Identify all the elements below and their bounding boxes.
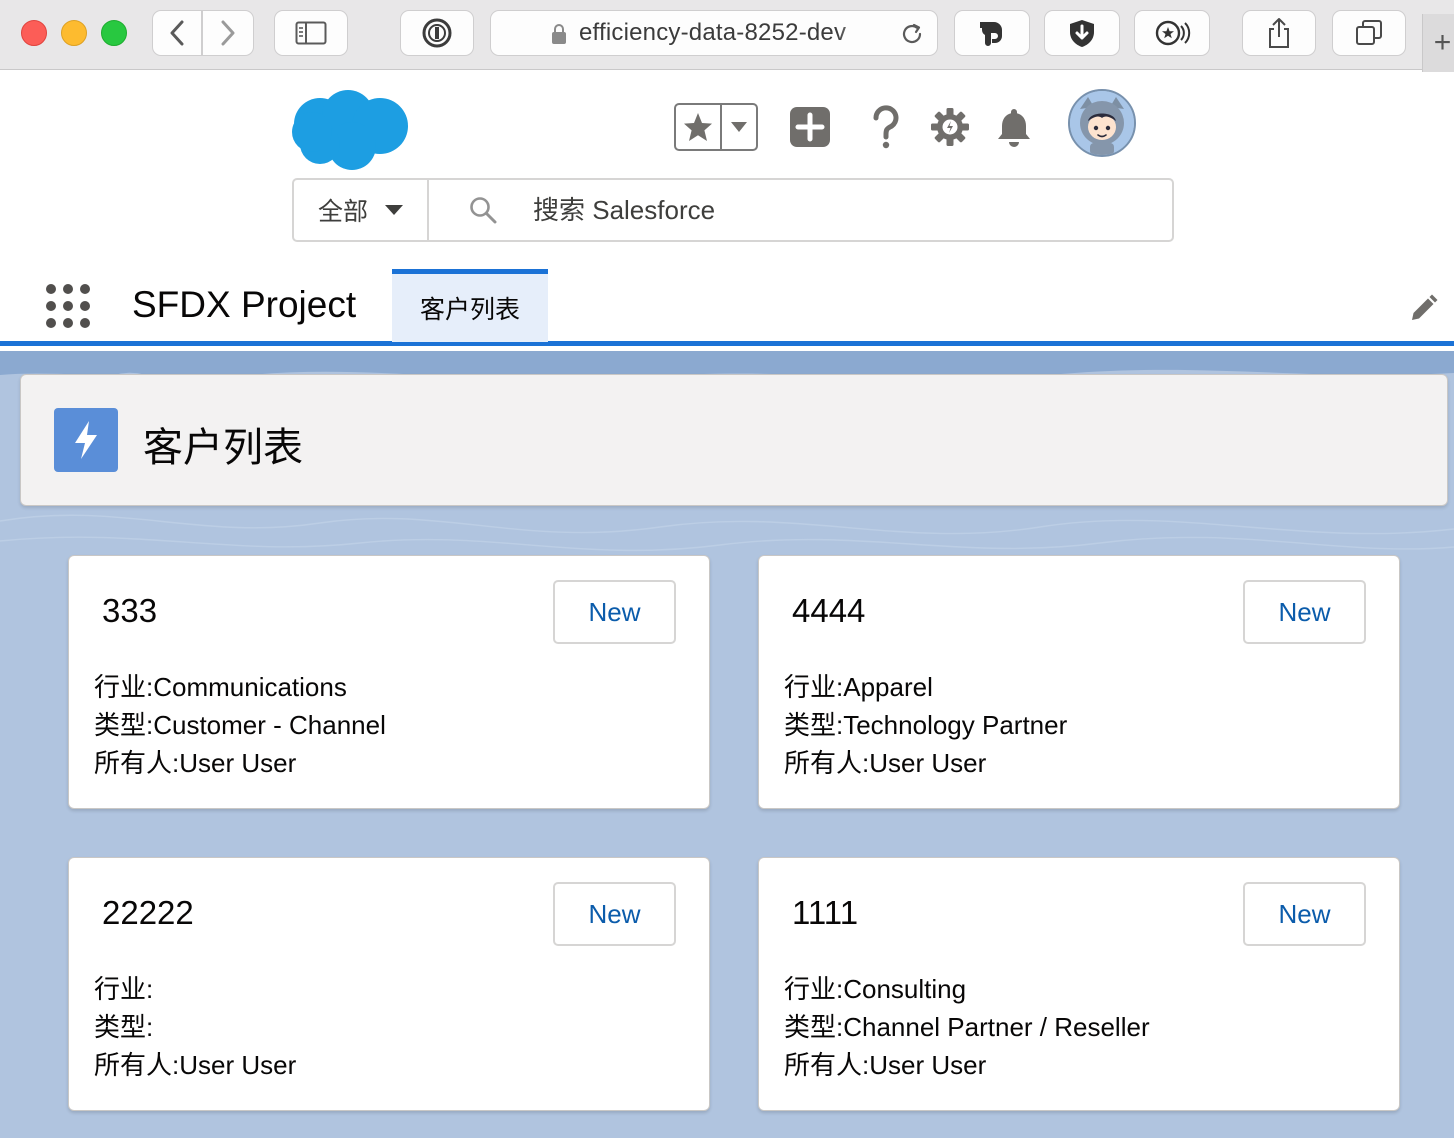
chevron-down-icon [385,205,404,215]
favorites-star-icon [684,113,712,141]
star-circle-icon [1155,20,1191,46]
account-details: 行业:Communications 类型:Customer - Channel … [94,668,386,782]
favorites-list-button[interactable] [722,105,756,149]
app-name: SFDX Project [132,284,357,325]
account-card: 22222 New 行业: 类型: 所有人:User User [68,857,710,1111]
app-navigation-bar: SFDX Project 客户列表 [0,268,1454,346]
account-card: 4444 New 行业:Apparel 类型:Technology Partne… [758,555,1400,809]
new-button[interactable]: New [1243,580,1366,644]
global-search: 全部 [292,178,1174,242]
favorites-button[interactable] [674,103,758,151]
password-manager-icon [422,18,452,48]
new-tab-button[interactable]: + [1422,14,1454,72]
tabs-icon [1356,20,1382,45]
add-icon [790,107,830,147]
notifications-button[interactable] [992,104,1036,150]
account-type: 类型:Technology Partner [784,710,1068,740]
page-header: 客户列表 [20,374,1448,506]
search-input[interactable] [533,194,1133,226]
sidebar-icon [295,21,327,45]
salesforce-cloud-logo[interactable] [290,88,412,172]
account-card: 333 New 行业:Communications 类型:Customer - … [68,555,710,809]
account-name: 1111 [792,894,859,931]
account-owner: 所有人:User User [784,1050,987,1080]
lock-icon [552,24,566,44]
astro-avatar-icon [1070,91,1134,155]
app-launcher-dot [63,318,73,328]
new-button[interactable]: New [553,882,676,946]
page-title: 客户列表 [143,426,303,470]
tab-account-list[interactable]: 客户列表 [392,269,548,342]
ublock-extension-button[interactable] [1044,10,1120,56]
favorites-star[interactable] [676,105,722,149]
edit-nav-pencil-icon[interactable] [1408,294,1438,324]
window-zoom-button[interactable] [101,20,127,46]
account-type: 类型:Customer - Channel [94,710,386,740]
account-name: 22222 [102,894,194,931]
lightning-bolt-icon [54,408,118,472]
search-scope-dropdown[interactable]: 全部 [294,180,429,240]
account-details: 行业:Apparel 类型:Technology Partner 所有人:Use… [784,668,1067,782]
new-button[interactable]: New [1243,882,1366,946]
account-type: 类型:Channel Partner / Reseller [784,1012,1150,1042]
account-type: 类型: [94,1012,154,1042]
account-card: 1111 New 行业:Consulting 类型:Channel Partne… [758,857,1400,1111]
account-owner: 所有人:User User [94,1050,297,1080]
setup-gear-icon [931,108,969,146]
account-industry: 行业:Communications [94,672,347,702]
search-scope-label: 全部 [318,198,369,226]
chevron-right-icon [221,20,235,46]
search-icon [470,197,497,224]
app-launcher-dot [80,284,90,294]
app-launcher-dot [46,301,56,311]
account-industry: 行业: [94,974,154,1004]
chevron-left-icon [170,20,184,46]
app-launcher-dot [46,318,56,328]
user-avatar-button[interactable] [1068,89,1136,157]
chevron-down-icon [731,122,747,132]
address-bar[interactable]: efficiency-data-8252-dev [490,10,938,56]
browser-toolbar: efficiency-data-8252-dev + [0,0,1454,72]
password-manager-button[interactable] [400,10,474,56]
evernote-extension-button[interactable] [954,10,1030,56]
app-launcher-dot [80,301,90,311]
share-icon [1269,18,1289,48]
app-launcher-dot [46,284,56,294]
tab-overview-button[interactable] [1332,10,1406,56]
account-owner: 所有人:User User [94,748,297,778]
search-field[interactable] [429,180,1172,240]
global-actions-button[interactable] [788,104,832,150]
app-launcher-dot [80,318,90,328]
back-button[interactable] [152,10,202,56]
account-name: 4444 [792,592,866,629]
account-industry: 行业:Apparel [784,672,933,702]
account-details: 行业: 类型: 所有人:User User [94,970,296,1084]
forward-button[interactable] [202,10,254,56]
window-minimize-button[interactable] [61,20,87,46]
url-fade [837,11,887,55]
extension-button[interactable] [1134,10,1210,56]
app-launcher-button[interactable] [46,284,90,328]
account-name: 333 [102,592,158,629]
setup-button[interactable] [928,104,972,150]
shield-icon [1070,20,1094,47]
account-details: 行业:Consulting 类型:Channel Partner / Resel… [784,970,1150,1084]
account-industry: 行业:Consulting [784,974,967,1004]
elephant-icon [980,22,1002,46]
new-button[interactable]: New [553,580,676,644]
window-close-button[interactable] [21,20,47,46]
help-button[interactable] [864,104,908,150]
reload-icon[interactable] [899,21,925,47]
help-icon [873,105,899,149]
notification-bell-icon [998,109,1030,147]
app-launcher-dot [63,301,73,311]
url-text: efficiency-data-8252-dev [579,19,847,46]
share-button[interactable] [1242,10,1316,56]
sidebar-toggle-button[interactable] [274,10,348,56]
account-owner: 所有人:User User [784,748,987,778]
app-launcher-dot [63,284,73,294]
